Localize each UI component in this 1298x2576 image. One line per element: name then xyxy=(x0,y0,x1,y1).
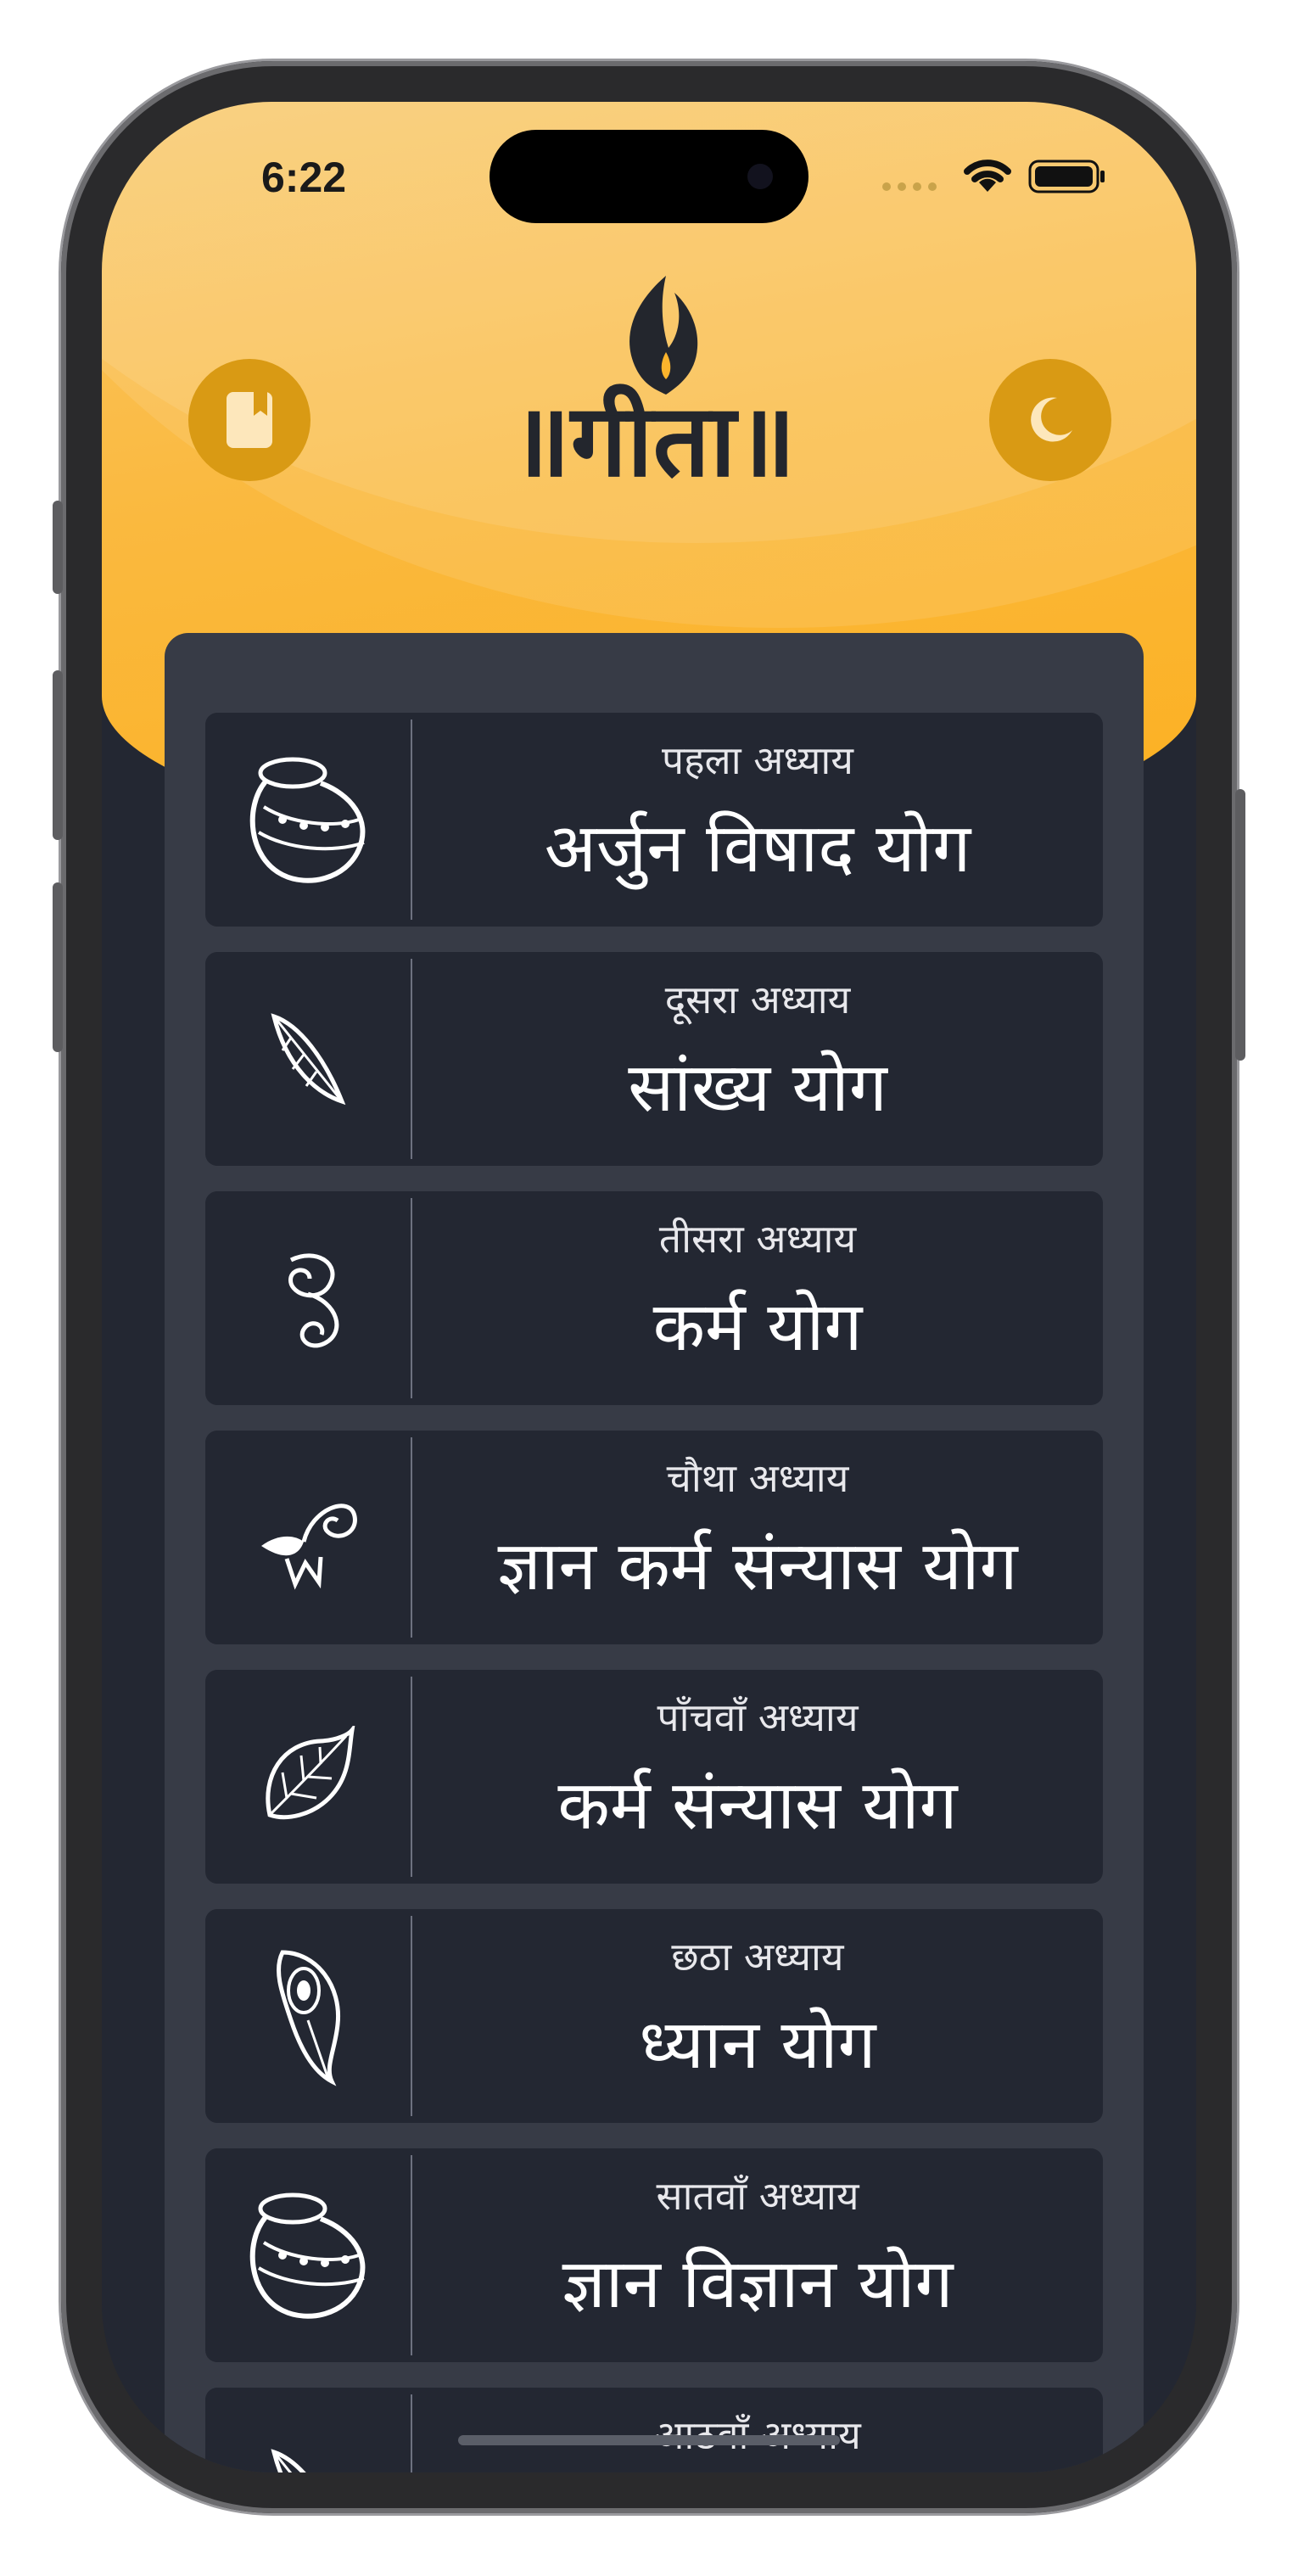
leaf-icon xyxy=(205,1670,411,1884)
chapter-number-label: दूसरा अध्याय xyxy=(664,977,851,1022)
chapter-number-label: छठा अध्याय xyxy=(671,1934,844,1980)
chapter-number-label: पहला अध्याय xyxy=(662,737,853,783)
chapter-item-5[interactable]: पाँचवाँ अध्याय कर्म संन्यास योग xyxy=(205,1670,1103,1884)
chapter-item-7[interactable]: सातवाँ अध्याय ज्ञान विज्ञान योग xyxy=(205,2148,1103,2362)
chapter-title: ध्यान योग xyxy=(639,2005,876,2084)
logo-text: ॥गीता॥ xyxy=(511,382,796,488)
chapter-number-label: चौथा अध्याय xyxy=(666,1455,849,1501)
side-button-volume-up xyxy=(53,670,63,840)
bookmark-book-icon xyxy=(227,392,272,448)
pot-icon xyxy=(205,713,411,927)
side-button-volume-down xyxy=(53,882,63,1052)
chapter-item-6[interactable]: छठा अध्याय ध्यान योग xyxy=(205,1909,1103,2123)
feather-icon xyxy=(205,2388,411,2472)
chapter-title: ज्ञान विज्ञान योग xyxy=(562,2244,954,2323)
chapter-title: कर्म संन्यास योग xyxy=(557,1766,958,1845)
chapter-title: अर्जुन विषाद योग xyxy=(544,809,971,888)
dark-mode-toggle[interactable] xyxy=(989,359,1111,481)
app-screen: 6:22 ॥गीता॥ पहला अध्याय अर्जुन विषाद योग… xyxy=(102,102,1196,2472)
bookmark-button[interactable] xyxy=(188,359,311,481)
battery-icon xyxy=(1028,160,1105,193)
pot-icon xyxy=(205,2148,411,2362)
chapter-item-8[interactable]: आठवाँ अध्याय xyxy=(205,2388,1103,2472)
side-button-action xyxy=(53,501,63,594)
status-time: 6:22 xyxy=(261,154,347,201)
home-indicator[interactable] xyxy=(458,2435,840,2445)
chapter-number-label: तीसरा अध्याय xyxy=(658,1216,857,1262)
front-camera xyxy=(747,164,773,189)
feather-icon xyxy=(205,952,411,1166)
crescent-moon-icon xyxy=(1031,397,1072,442)
chapter-item-3[interactable]: तीसरा अध्याय कर्म योग xyxy=(205,1191,1103,1405)
chapter-number-label: सातवाँ अध्याय xyxy=(656,2173,859,2219)
chapter-title: कर्म योग xyxy=(652,1287,863,1366)
dynamic-island xyxy=(490,130,808,223)
side-button-power xyxy=(1235,789,1245,1061)
chapter-number-label: पाँचवाँ अध्याय xyxy=(657,1694,859,1740)
gita-logo: ॥गीता॥ xyxy=(511,276,796,488)
lotus-paisley-icon xyxy=(205,1431,411,1644)
chapter-number-label: आठवाँ अध्याय xyxy=(412,2408,1103,2461)
chapter-title: ज्ञान कर्म संन्यास योग xyxy=(497,1526,1018,1605)
peacock-feather-icon xyxy=(205,1909,411,2123)
chapter-item-2[interactable]: दूसरा अध्याय सांख्य योग xyxy=(205,952,1103,1166)
chapter-item-4[interactable]: चौथा अध्याय ज्ञान कर्म संन्यास योग xyxy=(205,1431,1103,1644)
chapter-item-1[interactable]: पहला अध्याय अर्जुन विषाद योग xyxy=(205,713,1103,927)
wifi-icon xyxy=(964,160,1011,192)
chapter-title: सांख्य योग xyxy=(628,1048,887,1127)
paisley-swirl-icon xyxy=(205,1191,411,1405)
chapter-list: पहला अध्याय अर्जुन विषाद योग दूसरा अध्या… xyxy=(165,633,1144,2472)
cellular-signal-icon xyxy=(882,182,937,191)
